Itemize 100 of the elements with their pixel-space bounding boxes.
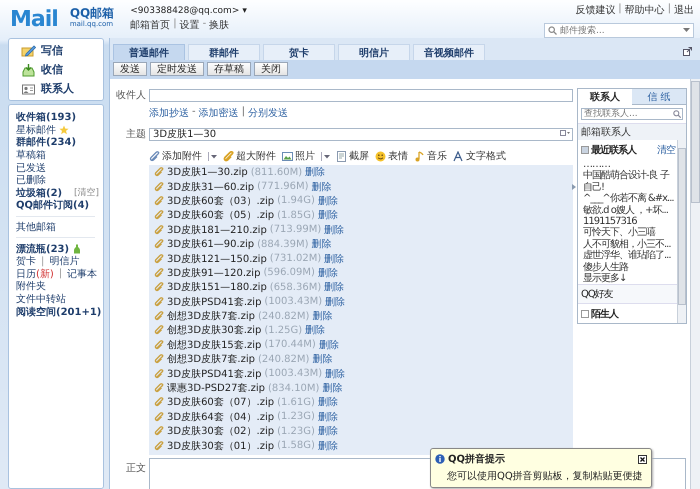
toolbar-button[interactable]: 关闭	[254, 62, 288, 76]
header-link[interactable]: 设置	[180, 18, 200, 32]
delete-attachment-link[interactable]: 删除	[318, 424, 338, 438]
delete-attachment-link[interactable]: 删除	[325, 366, 346, 381]
recipient-field[interactable]	[149, 88, 573, 102]
recipient-option-link[interactable]: 分别发送	[248, 106, 288, 120]
compose-tab[interactable]: 群邮件	[188, 44, 260, 60]
group-toggle[interactable]	[581, 310, 589, 318]
top-link[interactable]: 帮助中心	[624, 3, 665, 17]
folder-link[interactable]: 日历(新)	[16, 266, 54, 281]
folder-link[interactable]: 贺卡	[16, 254, 36, 268]
dropdown-caret-icon[interactable]	[683, 28, 690, 33]
delete-attachment-link[interactable]: 删除	[324, 252, 344, 266]
contacts-tab[interactable]: 信 纸	[632, 89, 686, 105]
delete-attachment-link[interactable]: 删除	[318, 410, 338, 424]
dropdown-caret-icon[interactable]	[208, 152, 217, 160]
compose-tab[interactable]: 明信片	[338, 44, 410, 60]
toolbar-button[interactable]: 发送	[113, 62, 147, 76]
editor-tool[interactable]: 截屏	[336, 149, 369, 163]
empty-trash-link[interactable]: [清空]	[74, 186, 99, 200]
delete-attachment-link[interactable]: 删除	[318, 338, 339, 352]
account-menu-caret[interactable]: ▾	[242, 6, 247, 16]
paperclip-icon	[149, 150, 160, 162]
contact-item[interactable]: 傻步人生路	[578, 262, 677, 274]
contact-group[interactable]: 最近联系人	[591, 143, 636, 157]
search-icon	[548, 26, 557, 35]
folder-link[interactable]: 星标邮件	[16, 122, 56, 137]
clear-recent-link[interactable]: 清空	[657, 143, 675, 157]
close-icon[interactable]	[638, 454, 647, 464]
sidebar-action[interactable]: 收信	[21, 62, 103, 77]
header-link[interactable]: 邮箱首页	[130, 18, 170, 32]
folder-link[interactable]: 草稿箱	[16, 148, 46, 162]
delete-attachment-link[interactable]: 删除	[318, 438, 338, 453]
delete-attachment-link[interactable]: 删除	[318, 194, 338, 208]
editor-tool[interactable]: 照片	[282, 149, 315, 163]
contact-item[interactable]: 中国酷萌合设计-良 子自己!	[578, 170, 677, 194]
delete-attachment-link[interactable]: 删除	[324, 222, 344, 237]
folder-link[interactable]: 垃圾箱(2)	[16, 186, 62, 200]
editor-tool[interactable]: 音乐	[414, 149, 447, 163]
delete-attachment-link[interactable]: 删除	[318, 395, 338, 410]
delete-attachment-link[interactable]: 删除	[325, 294, 346, 309]
folder-link[interactable]: 记事本	[67, 266, 98, 281]
popout-window-icon[interactable]	[683, 46, 692, 56]
folder-link[interactable]: 群邮件(234)	[16, 135, 76, 150]
contact-group[interactable]: QQ好友	[578, 284, 677, 304]
top-link[interactable]: 反馈建议	[575, 3, 616, 17]
contact-item[interactable]: 可怜天下、小三嘻	[578, 227, 677, 239]
dropdown-caret-icon[interactable]	[321, 152, 330, 160]
contact-group[interactable]: 陌生人	[591, 307, 618, 322]
delete-attachment-link[interactable]: 删除	[312, 352, 332, 366]
scrollbar[interactable]	[677, 140, 686, 324]
compose-tab[interactable]: 音视频邮件	[413, 44, 485, 60]
delete-attachment-link[interactable]: 删除	[324, 280, 344, 294]
contact-item[interactable]: 虚世浮华、谁玷陷了...	[578, 250, 677, 262]
recipient-option-link[interactable]: 添加密送	[198, 106, 239, 120]
contact-item[interactable]: 人不可貌相，小三不...	[578, 238, 677, 250]
delete-attachment-link[interactable]: 删除	[322, 381, 342, 396]
editor-tool[interactable]: 表情	[375, 149, 408, 163]
delete-attachment-link[interactable]: 删除	[318, 266, 338, 280]
folder-link[interactable]: QQ邮件订阅(4)	[16, 198, 90, 212]
editor-tool[interactable]: 超大附件	[223, 149, 276, 163]
recipient-option-link[interactable]: 添加抄送	[149, 106, 189, 120]
contact-item[interactable]: 敏欲.d o嫂人 ，+坏...	[578, 204, 677, 216]
editor-tool[interactable]: 添加附件	[149, 149, 202, 163]
subject-field[interactable]: 3D皮肤1—30	[149, 128, 573, 140]
folder-link[interactable]: 已发送	[16, 160, 46, 175]
header-link[interactable]: 换肤	[209, 18, 230, 32]
folder-link[interactable]: 阅读空间(201+1)	[16, 304, 102, 319]
folder-link[interactable]: 附件夹	[16, 279, 46, 294]
delete-attachment-link[interactable]: 删除	[312, 309, 332, 324]
delete-attachment-link[interactable]: 删除	[305, 323, 326, 338]
delete-attachment-link[interactable]: 删除	[312, 180, 332, 194]
scrollbar[interactable]	[690, 79, 700, 489]
toolbar-button[interactable]: 定时发送	[150, 62, 204, 76]
delete-attachment-link[interactable]: 删除	[312, 237, 332, 252]
top-link[interactable]: 退出	[674, 3, 694, 17]
delete-attachment-link[interactable]: 删除	[318, 208, 338, 222]
editor-tool[interactable]: 文字格式	[453, 149, 506, 163]
folder-link[interactable]: 漂流瓶(23)	[16, 242, 70, 256]
folder-link[interactable]: 收件箱(193)	[16, 110, 76, 124]
sidebar-action[interactable]: 联系人	[21, 81, 103, 96]
folder-link[interactable]: 其他邮箱	[16, 220, 56, 234]
contact-item[interactable]: ^___^你若不离 &#x...	[578, 193, 677, 205]
toolbar-button[interactable]: 存草稿	[207, 62, 251, 76]
collapse-arrow-icon[interactable]	[572, 184, 576, 190]
attachment-size: (1.25G)	[264, 324, 302, 336]
folder-link[interactable]: 文件中转站	[16, 292, 66, 306]
contact-item[interactable]: 1191157316	[578, 216, 677, 228]
attachment-size: (596.09M)	[263, 267, 315, 278]
show-more-link[interactable]: 显示更多↓	[578, 273, 677, 284]
folder-link[interactable]: 已删除	[16, 173, 46, 188]
contact-item[interactable]: ………	[578, 159, 677, 170]
compose-tab[interactable]: 普通邮件	[113, 44, 185, 60]
subject-options-icon[interactable]	[560, 130, 570, 137]
compose-tab[interactable]: 贺卡	[263, 44, 335, 60]
search-field[interactable]: 邮件搜索...	[544, 23, 694, 38]
folder-link[interactable]: 明信片	[49, 254, 80, 268]
group-toggle[interactable]	[581, 146, 589, 154]
sidebar-action[interactable]: 写信	[21, 43, 103, 58]
delete-attachment-link[interactable]: 删除	[305, 165, 326, 180]
